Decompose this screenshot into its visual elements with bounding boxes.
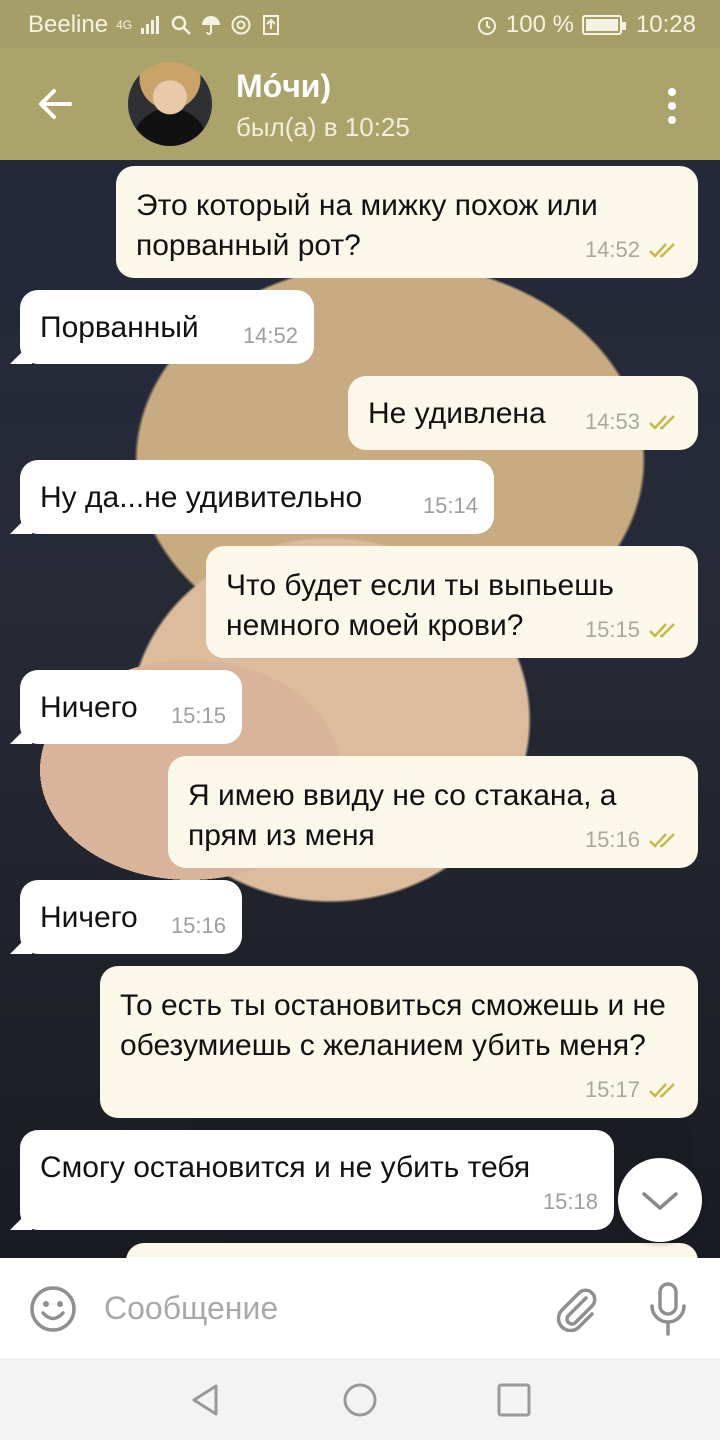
- double-check-icon: [649, 415, 675, 430]
- message-time: 15:18: [542, 1189, 598, 1214]
- umbrella-icon: [202, 16, 221, 35]
- back-arrow-icon[interactable]: [30, 78, 82, 130]
- chat-header: Мо́чи) был(а) в 10:25: [0, 48, 720, 160]
- search-icon: [171, 15, 191, 35]
- message-time: 15:14: [422, 493, 478, 518]
- message-time: 15:15: [584, 617, 640, 642]
- clock: 10:28: [635, 11, 696, 38]
- message-outgoing[interactable]: Я имею ввиду не со стакана, а прям из ме…: [168, 756, 698, 868]
- nav-recents-icon[interactable]: [494, 1380, 534, 1420]
- emoji-icon[interactable]: [28, 1284, 78, 1334]
- battery-percent: 100 %: [505, 11, 574, 38]
- chat-messages[interactable]: Это который на мижку похож или порванный…: [0, 160, 720, 1258]
- message-text: Ну да...не удивительно: [40, 481, 363, 514]
- message-time: 14:52: [584, 237, 640, 262]
- message-composer: Сообщение: [0, 1258, 720, 1358]
- status-bar: Beeline 4G 100 % 10:28: [0, 0, 720, 48]
- at-icon: [231, 15, 251, 35]
- contact-name[interactable]: Мо́чи): [236, 68, 331, 105]
- last-seen-status: был(а) в 10:25: [236, 112, 410, 142]
- more-vertical-icon[interactable]: [656, 84, 688, 128]
- message-time: 14:52: [242, 323, 298, 348]
- battery-icon: [581, 15, 626, 35]
- message-time: 14:53: [584, 409, 640, 434]
- double-check-icon: [649, 833, 675, 848]
- double-check-icon: [649, 623, 675, 638]
- message-incoming[interactable]: Порванный 14:52: [10, 290, 314, 364]
- message-outgoing[interactable]: Это который на мижку похож или порванный…: [116, 166, 698, 278]
- message-time: 15:17: [584, 1077, 640, 1102]
- message-outgoing[interactable]: То есть ты остановиться сможешь и не обе…: [100, 966, 698, 1118]
- nav-home-icon[interactable]: [340, 1380, 380, 1420]
- nav-back-icon[interactable]: [186, 1380, 226, 1420]
- carrier-label: Beeline: [28, 11, 109, 38]
- network-type: 4G: [116, 18, 133, 32]
- message-time: 15:16: [170, 913, 226, 938]
- attach-icon[interactable]: [552, 1284, 600, 1332]
- message-input[interactable]: Сообщение: [104, 1290, 278, 1327]
- message-time: 15:15: [170, 703, 226, 728]
- upload-icon: [263, 15, 280, 35]
- double-check-icon: [649, 1083, 675, 1098]
- message-outgoing[interactable]: Что будет если ты выпьешь немного моей к…: [206, 546, 698, 658]
- chevron-down-icon: [642, 1192, 678, 1210]
- message-text: Смогу остановится и не убить тебя: [40, 1151, 531, 1184]
- signal-icon: [141, 16, 160, 34]
- message-incoming[interactable]: Ничего 15:15: [10, 670, 242, 744]
- avatar[interactable]: [128, 62, 212, 146]
- scroll-down-button[interactable]: [618, 1158, 702, 1242]
- double-check-icon: [649, 243, 675, 258]
- mic-icon[interactable]: [648, 1282, 688, 1336]
- message-incoming[interactable]: Смогу остановится и не убить тебя 15:18: [10, 1130, 614, 1230]
- message-time: 15:16: [584, 827, 640, 852]
- message-incoming[interactable]: Ничего 15:16: [10, 880, 242, 954]
- alarm-icon: [477, 17, 496, 35]
- system-nav-bar: [0, 1358, 720, 1440]
- message-text: То есть ты остановиться сможешь и не обе…: [120, 989, 666, 1062]
- message-incoming[interactable]: Ну да...не удивительно 15:14: [10, 460, 494, 534]
- message-outgoing[interactable]: Не удивлена 14:53: [348, 376, 698, 450]
